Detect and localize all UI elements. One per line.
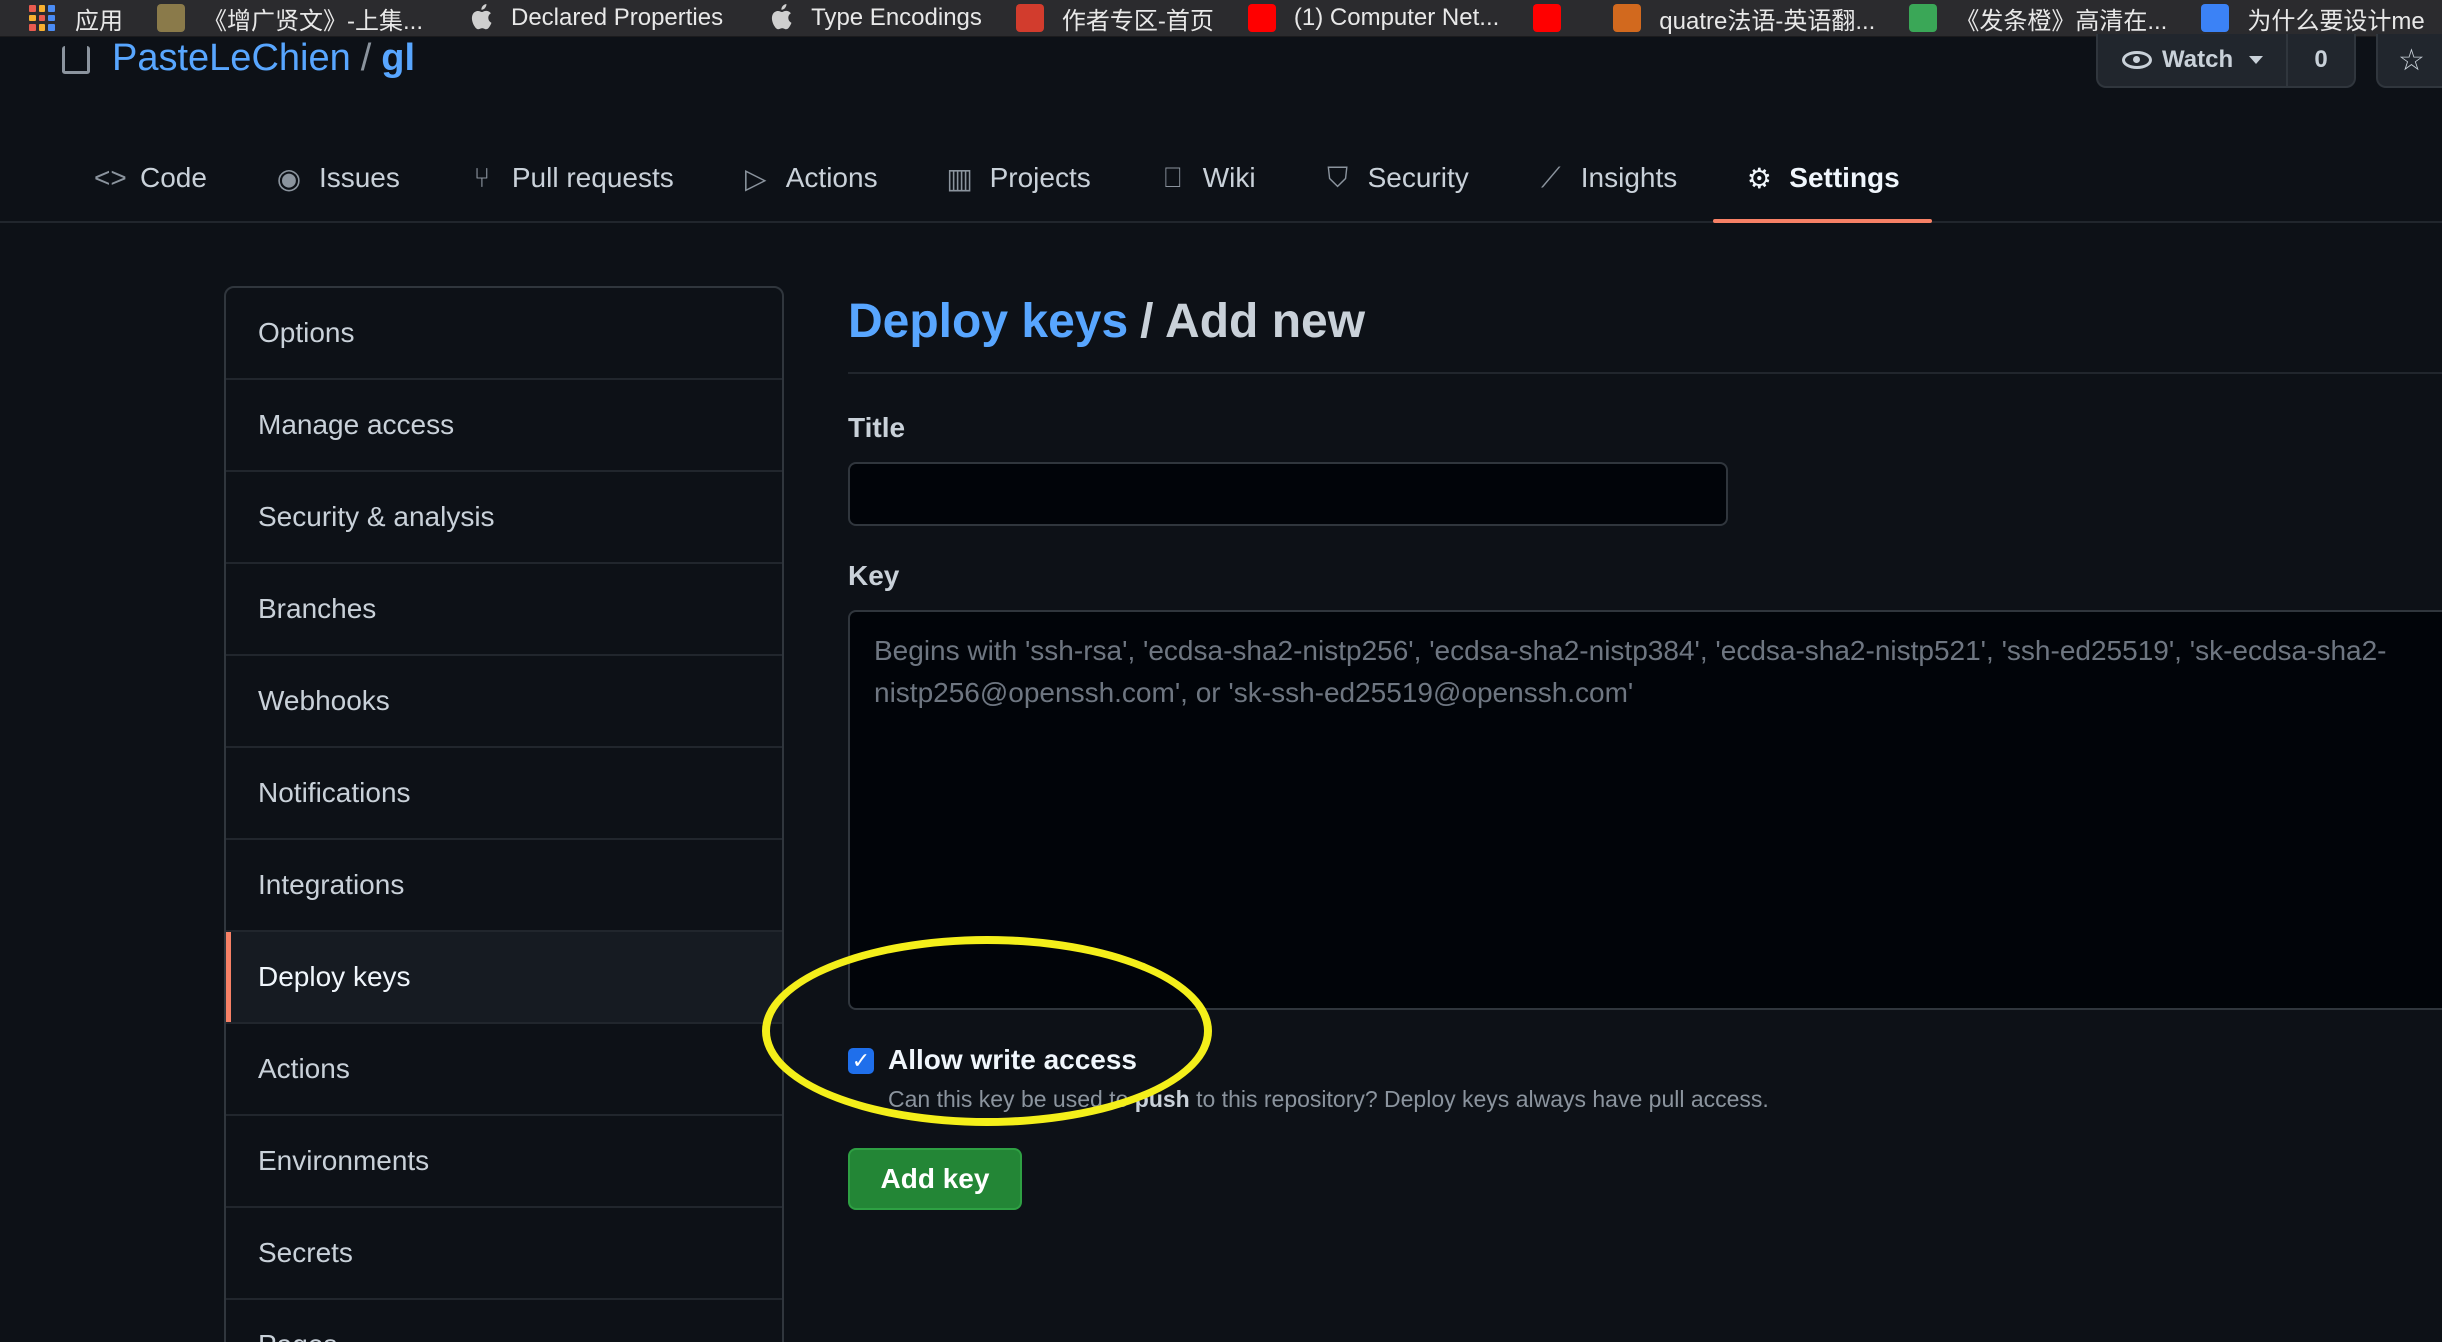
sidebar-item-branches[interactable]: Branches: [226, 564, 782, 656]
add-key-button[interactable]: Add key: [848, 1148, 1022, 1210]
tab-pull-requests[interactable]: ⑂ Pull requests: [466, 135, 674, 221]
bookmark-item[interactable]: Declared Properties: [457, 4, 723, 32]
sidebar-item-environments[interactable]: Environments: [226, 1116, 782, 1208]
settings-sidebar: Options Manage access Security & analysis B…: [224, 286, 784, 1342]
sidebar-item-security-analysis[interactable]: Security & analysis: [226, 472, 782, 564]
tab-label: Issues: [318, 162, 400, 193]
watch-label: Watch: [2162, 46, 2234, 73]
title-input[interactable]: [848, 462, 1728, 526]
sidebar-item-pages[interactable]: Pages: [226, 1300, 782, 1342]
repo-name-link[interactable]: gl: [381, 37, 415, 80]
sidebar-item-actions[interactable]: Actions: [226, 1024, 782, 1116]
sidebar-item-webhooks[interactable]: Webhooks: [226, 656, 782, 748]
sidebar-item-options[interactable]: Options: [226, 288, 782, 380]
tab-insights[interactable]: ⟋ Insights: [1535, 135, 1678, 221]
sidebar-item-deploy-keys[interactable]: Deploy keys: [226, 932, 782, 1024]
bookmark-label: Type Encodings: [811, 4, 982, 31]
crest-favicon: [1613, 4, 1642, 32]
bookmark-item[interactable]: [1533, 4, 1579, 32]
bookmark-item[interactable]: 为什么要设计me: [2201, 1, 2425, 36]
chevrons-favicon: [2201, 4, 2230, 32]
issues-icon: ◉: [276, 162, 302, 194]
tab-label: Settings: [1789, 162, 1900, 193]
write-note-text-2: to this repository? Deploy keys always h…: [1189, 1086, 1769, 1112]
breadcrumb-deploy-keys-link[interactable]: Deploy keys: [848, 294, 1128, 349]
tab-code[interactable]: <> Code: [94, 135, 207, 221]
watch-count[interactable]: 0: [2288, 46, 2354, 74]
insights-icon: ⟋: [1540, 161, 1561, 193]
bookmarks-bar: 应用 《增广贤文》-上集... Declared Properties Type En…: [0, 0, 2442, 37]
title-label: Title: [848, 412, 906, 443]
star-icon: ☆: [2398, 43, 2425, 77]
apps-grid-icon: [29, 5, 55, 31]
repo-icon: [62, 46, 90, 74]
tab-security[interactable]: ⛉ Security: [1322, 135, 1469, 221]
repo-title: PasteLeChien / gl: [62, 36, 415, 80]
book-favicon: [157, 4, 185, 32]
write-access-note: Can this key be used to push to this rep…: [888, 1086, 1769, 1113]
bookmark-label: 为什么要设计me: [2247, 7, 2425, 35]
youtube-icon: [1533, 4, 1562, 32]
apple-icon: [469, 4, 493, 32]
allow-write-access-label[interactable]: Allow write access: [888, 1044, 1137, 1076]
tab-actions[interactable]: ▷ Actions: [740, 135, 878, 221]
bookmark-label: Declared Properties: [511, 4, 724, 31]
caret-down-icon: [2249, 56, 2264, 64]
bookmark-label: quatre法语-英语翻...: [1659, 7, 1876, 35]
tab-label: Projects: [989, 162, 1091, 193]
tab-label: Actions: [785, 162, 878, 193]
leaf-favicon: [1909, 4, 1938, 32]
key-label: Key: [848, 560, 900, 591]
pull-requests-icon: ⑂: [473, 162, 491, 193]
repo-tabs: <> Code ◉ Issues ⑂ Pull requests ▷ Actions ▥ Proj…: [0, 135, 2442, 223]
sidebar-item-notifications[interactable]: Notifications: [226, 748, 782, 840]
key-textarea[interactable]: [848, 610, 2442, 1010]
eye-icon: [2122, 51, 2152, 69]
bookmark-label: 应用: [75, 7, 123, 35]
wiki-icon: ⎕: [1164, 161, 1182, 193]
star-button[interactable]: ☆: [2376, 34, 2442, 88]
repo-separator: /: [360, 37, 372, 79]
page-title-suffix: / Add new: [1140, 295, 1366, 348]
bookmark-item[interactable]: Type Encodings: [757, 4, 982, 32]
tab-label: Security: [1367, 162, 1469, 193]
bookmark-item[interactable]: 作者专区-首页: [1015, 1, 1214, 36]
bookmark-label: 《增广贤文》-上集...: [203, 7, 423, 35]
bookmark-item[interactable]: 《增广贤文》-上集...: [157, 1, 423, 36]
bookmark-item[interactable]: quatre法语-英语翻...: [1613, 1, 1875, 36]
code-icon: <>: [94, 162, 127, 193]
sidebar-item-secrets[interactable]: Secrets: [226, 1208, 782, 1300]
bookmark-item[interactable]: (1) Computer Net...: [1247, 4, 1500, 32]
bookmark-item[interactable]: 应用: [0, 1, 123, 36]
youtube-icon: [1247, 4, 1276, 32]
tab-label: Pull requests: [511, 162, 674, 193]
tab-settings[interactable]: ⚙ Settings: [1713, 135, 1933, 223]
write-note-bold: push: [1134, 1086, 1190, 1112]
sidebar-item-integrations[interactable]: Integrations: [226, 840, 782, 932]
tab-issues[interactable]: ◉ Issues: [273, 135, 400, 221]
tab-label: Insights: [1580, 162, 1678, 193]
security-icon: ⛉: [1327, 161, 1349, 193]
tab-wiki[interactable]: ⎕ Wiki: [1157, 135, 1256, 221]
tab-label: Wiki: [1202, 162, 1256, 193]
write-note-text-1: Can this key be used to: [888, 1086, 1135, 1112]
site-favicon: [1015, 4, 1044, 32]
projects-icon: ▥: [946, 162, 973, 194]
watch-button-group: Watch 0: [2096, 34, 2356, 88]
repo-owner-link[interactable]: PasteLeChien: [112, 37, 351, 80]
tab-label: Code: [140, 162, 207, 193]
bookmark-label: (1) Computer Net...: [1293, 4, 1500, 31]
watch-button[interactable]: Watch: [2098, 34, 2288, 86]
page-title: Deploy keys / Add new: [848, 294, 2442, 374]
bookmark-label: 《发条橙》高清在...: [1955, 7, 2168, 35]
bookmark-item[interactable]: 《发条橙》高清在...: [1909, 1, 2167, 36]
checkmark-icon: ✓: [851, 1048, 871, 1073]
bookmark-label: 作者专区-首页: [1061, 7, 1214, 35]
tab-projects[interactable]: ▥ Projects: [944, 135, 1091, 221]
settings-icon: ⚙: [1746, 162, 1772, 194]
apple-icon: [769, 4, 793, 32]
actions-icon: ▷: [744, 162, 767, 194]
allow-write-access-checkbox[interactable]: ✓: [848, 1048, 874, 1074]
sidebar-item-manage-access[interactable]: Manage access: [226, 380, 782, 472]
